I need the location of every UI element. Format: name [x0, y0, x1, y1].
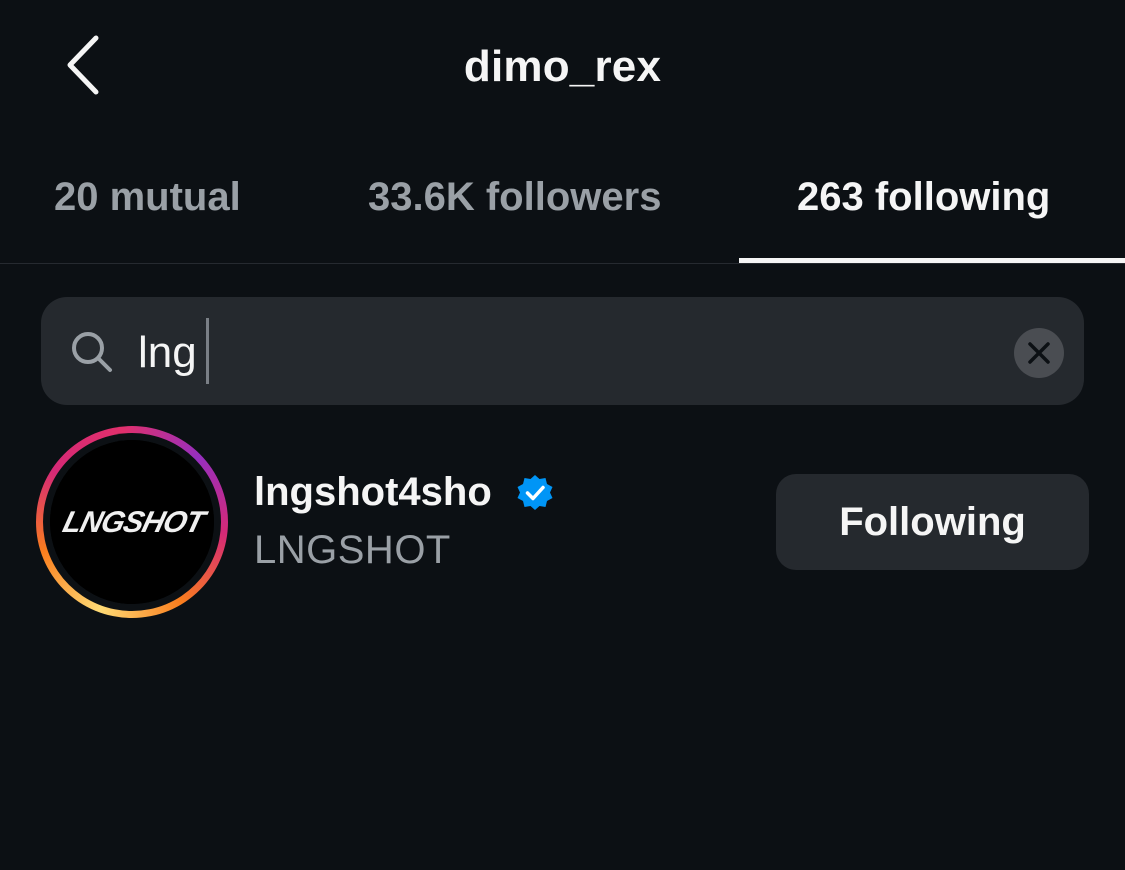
- avatar-image: LNGSHOT: [50, 440, 214, 604]
- search-icon: [72, 332, 112, 372]
- search-input[interactable]: [138, 322, 998, 384]
- lngshot-logo: LNGSHOT: [50, 440, 214, 604]
- result-full-name: LNGSHOT: [254, 528, 451, 572]
- page-title: dimo_rex: [463, 42, 662, 91]
- clear-icon: [1028, 342, 1050, 364]
- tab-bar: 20 mutual 33.6K followers 263 following: [0, 150, 1125, 264]
- clear-search-button[interactable]: [1014, 328, 1064, 378]
- header: dimo_rex: [0, 0, 1125, 135]
- tab-mutual[interactable]: 20 mutual: [54, 175, 241, 235]
- following-button[interactable]: Following: [776, 474, 1089, 570]
- active-tab-indicator: [739, 258, 1125, 263]
- avatar[interactable]: LNGSHOT: [36, 426, 228, 618]
- tab-followers[interactable]: 33.6K followers: [368, 175, 661, 235]
- verified-badge-icon: [517, 475, 553, 510]
- text-caret: [206, 318, 209, 384]
- result-username[interactable]: lngshot4sho: [254, 470, 492, 515]
- tab-following[interactable]: 263 following: [797, 175, 1050, 235]
- avatar-logo-text: LNGSHOT: [60, 505, 211, 538]
